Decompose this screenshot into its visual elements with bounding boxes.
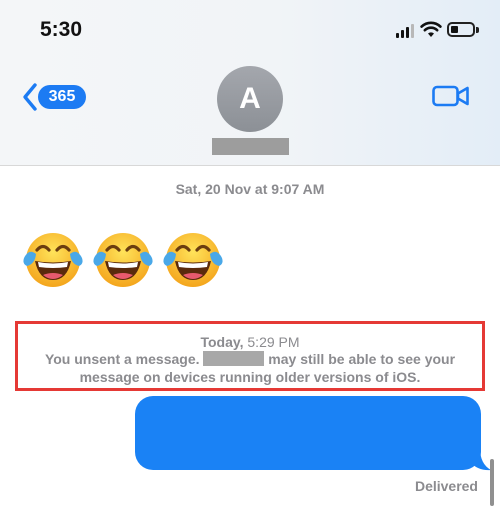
notice-clock: 5:29 PM: [243, 334, 300, 350]
tears-of-joy-emoji-icon: [163, 233, 223, 287]
date-stamp: Sat, 20 Nov at 9:07 AM: [175, 181, 325, 197]
notice-line1-before: You unsent a message.: [44, 351, 200, 367]
contact-avatar[interactable]: A: [217, 66, 283, 132]
scrollbar[interactable]: [490, 459, 494, 506]
notice-day: Today,: [200, 334, 244, 350]
contact-name-redacted[interactable]: [212, 138, 289, 155]
chevron-left-icon: [23, 83, 37, 111]
tears-of-joy-emoji-icon: [93, 233, 153, 287]
notice-line1-after: may still be able to see your: [268, 351, 456, 367]
recipient-name-redacted: [203, 351, 265, 366]
notice-text-line1: You unsent a message. may still be able …: [18, 351, 482, 367]
video-camera-icon[interactable]: [432, 84, 470, 108]
status-time: 5:30: [40, 18, 83, 41]
notice-text-line2: message on devices running older version…: [79, 369, 421, 385]
tears-of-joy-emoji-icon: [23, 233, 83, 287]
unsent-message-notice: Today, 5:29 PM You unsent a message. may…: [15, 321, 485, 391]
unread-count-badge: 365: [38, 85, 86, 109]
wifi-icon: [420, 21, 442, 37]
conversation-header: 5:30 365 A: [0, 0, 500, 166]
notice-timestamp: Today, 5:29 PM: [18, 334, 482, 350]
back-button[interactable]: 365: [22, 82, 94, 111]
cellular-signal-icon: [396, 24, 416, 38]
sent-message-bubble[interactable]: [135, 396, 481, 470]
delivery-status: Delivered: [414, 478, 478, 494]
battery-icon: [447, 22, 479, 37]
bubble-tail: [470, 448, 491, 471]
